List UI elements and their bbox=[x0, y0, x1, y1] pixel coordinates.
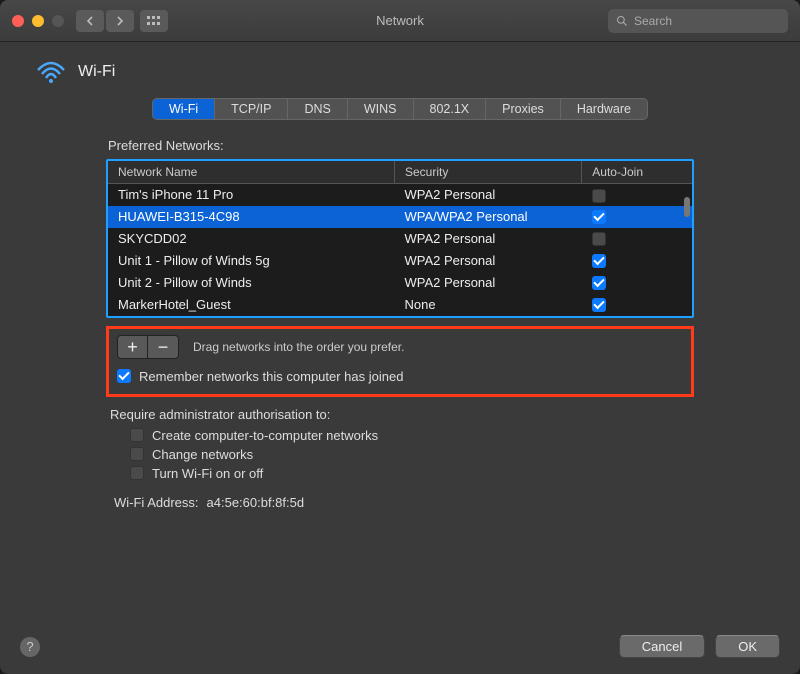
ok-button[interactable]: OK bbox=[715, 635, 780, 658]
table-row[interactable]: SKYCDD02WPA2 Personal bbox=[108, 228, 692, 250]
tab-tcpip[interactable]: TCP/IP bbox=[215, 99, 288, 119]
wifi-address-label: Wi-Fi Address: bbox=[114, 495, 199, 510]
tab-bar: Wi-Fi TCP/IP DNS WINS 802.1X Proxies Har… bbox=[152, 98, 648, 120]
network-name: SKYCDD02 bbox=[108, 228, 394, 250]
table-row[interactable]: Tim's iPhone 11 ProWPA2 Personal bbox=[108, 184, 692, 206]
search-input[interactable]: Search bbox=[608, 9, 788, 33]
search-icon bbox=[616, 15, 628, 27]
show-all-button[interactable] bbox=[140, 10, 168, 32]
network-name: Tim's iPhone 11 Pro bbox=[108, 184, 394, 206]
tab-wifi[interactable]: Wi-Fi bbox=[153, 99, 215, 119]
admin-change-checkbox[interactable] bbox=[130, 447, 144, 461]
network-security: WPA2 Personal bbox=[394, 272, 581, 294]
table-row[interactable]: HUAWEI-B315-4C98WPA/WPA2 Personal bbox=[108, 206, 692, 228]
network-name: HUAWEI-B315-4C98 bbox=[108, 206, 394, 228]
tab-hardware[interactable]: Hardware bbox=[561, 99, 647, 119]
add-network-button[interactable]: + bbox=[118, 336, 148, 358]
highlight-annotation: + − Drag networks into the order you pre… bbox=[106, 326, 694, 397]
remember-networks-label: Remember networks this computer has join… bbox=[139, 369, 403, 384]
scrollbar[interactable] bbox=[684, 197, 690, 217]
cancel-button[interactable]: Cancel bbox=[619, 635, 705, 658]
window-controls bbox=[12, 15, 64, 27]
network-security: WPA2 Personal bbox=[394, 184, 581, 206]
tab-dns[interactable]: DNS bbox=[288, 99, 347, 119]
chevron-right-icon bbox=[115, 16, 125, 26]
autojoin-checkbox[interactable] bbox=[592, 298, 606, 312]
autojoin-checkbox[interactable] bbox=[592, 276, 606, 290]
close-window-button[interactable] bbox=[12, 15, 24, 27]
network-security: WPA/WPA2 Personal bbox=[394, 206, 581, 228]
admin-create-checkbox[interactable] bbox=[130, 428, 144, 442]
wifi-icon bbox=[36, 60, 66, 84]
autojoin-checkbox[interactable] bbox=[592, 189, 606, 203]
tab-proxies[interactable]: Proxies bbox=[486, 99, 561, 119]
minimize-window-button[interactable] bbox=[32, 15, 44, 27]
admin-create-label: Create computer-to-computer networks bbox=[152, 428, 378, 443]
autojoin-checkbox[interactable] bbox=[592, 232, 606, 246]
add-remove-buttons: + − bbox=[117, 335, 179, 359]
table-row[interactable]: Unit 1 - Pillow of Winds 5gWPA2 Personal bbox=[108, 250, 692, 272]
help-button[interactable]: ? bbox=[20, 637, 40, 657]
chevron-left-icon bbox=[85, 16, 95, 26]
col-header-security[interactable]: Security bbox=[394, 161, 581, 184]
admin-toggle-label: Turn Wi-Fi on or off bbox=[152, 466, 263, 481]
search-placeholder: Search bbox=[634, 14, 672, 28]
table-row[interactable]: MarkerHotel_GuestNone bbox=[108, 294, 692, 316]
network-security: WPA2 Personal bbox=[394, 228, 581, 250]
require-admin-label: Require administrator authorisation to: bbox=[110, 407, 694, 422]
tab-8021x[interactable]: 802.1X bbox=[414, 99, 487, 119]
tab-wins[interactable]: WINS bbox=[348, 99, 414, 119]
grid-icon bbox=[147, 16, 161, 26]
col-header-name[interactable]: Network Name bbox=[108, 161, 394, 184]
table-row[interactable]: Unit 2 - Pillow of WindsWPA2 Personal bbox=[108, 272, 692, 294]
pane-title: Wi-Fi bbox=[78, 63, 115, 81]
remove-network-button[interactable]: − bbox=[148, 336, 178, 358]
col-header-autojoin[interactable]: Auto-Join bbox=[582, 161, 692, 184]
window-title: Network bbox=[376, 13, 424, 28]
preferred-networks-table[interactable]: Network Name Security Auto-Join Tim's iP… bbox=[106, 159, 694, 318]
pane-header: Wi-Fi bbox=[36, 60, 774, 84]
network-name: Unit 1 - Pillow of Winds 5g bbox=[108, 250, 394, 272]
admin-change-label: Change networks bbox=[152, 447, 253, 462]
network-security: WPA2 Personal bbox=[394, 250, 581, 272]
preferred-networks-label: Preferred Networks: bbox=[108, 138, 694, 153]
remember-networks-checkbox[interactable] bbox=[117, 369, 131, 383]
forward-button[interactable] bbox=[106, 10, 134, 32]
admin-toggle-checkbox[interactable] bbox=[130, 466, 144, 480]
network-security: None bbox=[394, 294, 581, 316]
autojoin-checkbox[interactable] bbox=[592, 254, 606, 268]
titlebar: Network Search bbox=[0, 0, 800, 42]
wifi-address-value: a4:5e:60:bf:8f:5d bbox=[207, 495, 305, 510]
autojoin-checkbox[interactable] bbox=[592, 210, 606, 224]
drag-hint: Drag networks into the order you prefer. bbox=[193, 340, 404, 354]
network-name: Unit 2 - Pillow of Winds bbox=[108, 272, 394, 294]
network-prefs-window: Network Search Wi-Fi Wi-Fi TCP/IP DNS WI… bbox=[0, 0, 800, 674]
zoom-window-button[interactable] bbox=[52, 15, 64, 27]
network-name: MarkerHotel_Guest bbox=[108, 294, 394, 316]
back-button[interactable] bbox=[76, 10, 104, 32]
